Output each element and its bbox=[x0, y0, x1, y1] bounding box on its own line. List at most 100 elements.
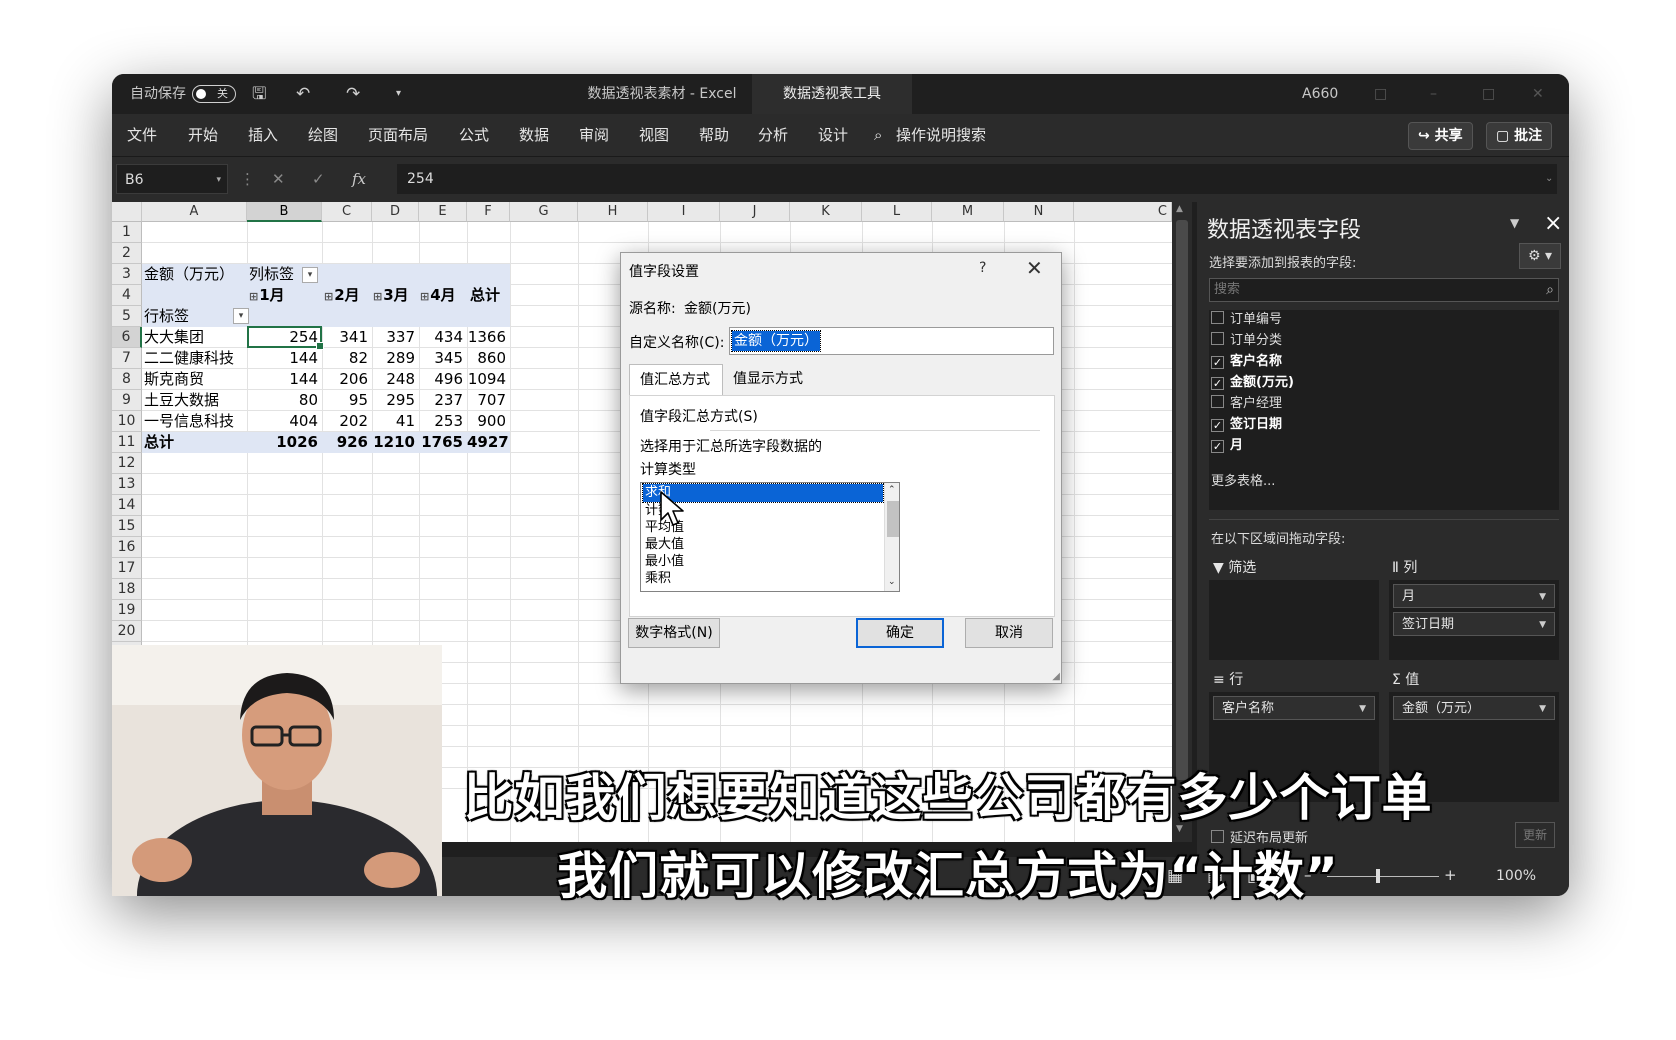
pivot-total-cell[interactable]: 1026 bbox=[247, 432, 322, 453]
enter-icon[interactable]: ✓ bbox=[312, 163, 325, 195]
checkbox[interactable] bbox=[1211, 311, 1224, 324]
ok-button[interactable]: 确定 bbox=[856, 618, 944, 648]
more-options-icon[interactable]: ⋮ bbox=[240, 163, 255, 195]
column-header[interactable]: F bbox=[467, 202, 510, 222]
more-tables-link[interactable]: 更多表格... bbox=[1211, 470, 1275, 489]
filters-area[interactable] bbox=[1209, 580, 1379, 660]
pivot-cell[interactable]: 289 bbox=[372, 348, 419, 369]
ribbon-display-icon[interactable]: □ bbox=[1374, 74, 1387, 114]
row-header[interactable]: 19 bbox=[112, 600, 142, 621]
pivot-cell[interactable]: 237 bbox=[419, 390, 467, 411]
pivot-value-title[interactable]: 金额（万元） bbox=[144, 264, 234, 285]
redo-icon[interactable]: ↷ bbox=[346, 74, 360, 114]
column-header[interactable]: B bbox=[247, 202, 322, 222]
maximize-icon[interactable]: □ bbox=[1482, 74, 1495, 114]
row-header[interactable]: 10 bbox=[112, 411, 142, 432]
checkbox[interactable] bbox=[1211, 332, 1224, 345]
field-search-input[interactable]: 搜索 ⌕ bbox=[1209, 278, 1559, 302]
row-header[interactable]: 8 bbox=[112, 369, 142, 390]
gear-icon[interactable]: ⚙ ▾ bbox=[1519, 243, 1561, 269]
column-header[interactable]: C bbox=[322, 202, 372, 222]
undo-icon[interactable]: ↶ bbox=[296, 74, 310, 114]
close-icon[interactable]: ✕ bbox=[1026, 256, 1043, 280]
tab-formulas[interactable]: 公式 bbox=[459, 114, 489, 156]
tab-insert[interactable]: 插入 bbox=[248, 114, 278, 156]
field-item[interactable]: 订单编号 bbox=[1211, 310, 1282, 330]
tab-data[interactable]: 数据 bbox=[519, 114, 549, 156]
row-header[interactable]: 4 bbox=[112, 285, 142, 306]
tab-summarize-by[interactable]: 值汇总方式 bbox=[629, 364, 723, 396]
pivot-total-cell[interactable]: 1765 bbox=[419, 432, 467, 453]
pivot-cell[interactable]: 900 bbox=[467, 411, 510, 432]
checkbox-checked[interactable]: ✓ bbox=[1211, 377, 1224, 390]
column-header[interactable]: H bbox=[578, 202, 648, 222]
checkbox[interactable] bbox=[1211, 395, 1224, 408]
pivot-cell[interactable]: 337 bbox=[372, 327, 419, 348]
pivot-total-cell[interactable]: 926 bbox=[322, 432, 372, 453]
chevron-down-icon[interactable]: ▾ bbox=[216, 165, 221, 195]
vertical-scrollbar[interactable]: ▲ ▼ bbox=[1172, 202, 1192, 842]
field-item[interactable]: ✓ 金额(万元) bbox=[1211, 373, 1294, 393]
pivot-cell[interactable]: 434 bbox=[419, 327, 467, 348]
tab-analyze[interactable]: 分析 bbox=[758, 114, 788, 156]
pivot-cell[interactable]: 707 bbox=[467, 390, 510, 411]
pivot-cell[interactable]: 496 bbox=[419, 369, 467, 390]
row-header[interactable]: 7 bbox=[112, 348, 142, 369]
tab-home[interactable]: 开始 bbox=[188, 114, 218, 156]
pivot-row-name[interactable]: 土豆大数据 bbox=[144, 390, 219, 411]
checkbox-checked[interactable]: ✓ bbox=[1211, 419, 1224, 432]
expand-formula-icon[interactable]: ⌄ bbox=[1545, 163, 1553, 195]
tab-review[interactable]: 审阅 bbox=[579, 114, 609, 156]
close-window-icon[interactable]: ✕ bbox=[1532, 74, 1544, 114]
pivot-total-cell[interactable]: 4927 bbox=[467, 432, 510, 453]
filter-dropdown-icon[interactable]: ▾ bbox=[233, 308, 249, 324]
pivot-row-name[interactable]: 二二健康科技 bbox=[144, 348, 234, 369]
filter-dropdown-icon[interactable]: ▾ bbox=[302, 266, 319, 283]
pivot-total-cell[interactable]: 1210 bbox=[372, 432, 419, 453]
pivot-cell[interactable]: 144 bbox=[247, 369, 322, 390]
autosave-toggle[interactable]: 关 bbox=[192, 85, 236, 103]
pivot-row-name[interactable]: 斯克商贸 bbox=[144, 369, 204, 390]
row-header[interactable]: 14 bbox=[112, 495, 142, 516]
pivot-cell[interactable]: 404 bbox=[247, 411, 322, 432]
user-name[interactable]: A660 bbox=[1302, 74, 1338, 114]
tell-me-search[interactable]: 操作说明搜索 bbox=[896, 114, 986, 156]
tab-page-layout[interactable]: 页面布局 bbox=[368, 114, 428, 156]
row-header[interactable]: 9 bbox=[112, 390, 142, 411]
pivot-cell[interactable]: 80 bbox=[247, 390, 322, 411]
pivot-row-labels[interactable]: 行标签 ▾ bbox=[144, 306, 249, 327]
value-field-chip[interactable]: 金额（万元） ▼ bbox=[1393, 696, 1555, 720]
column-header[interactable]: K bbox=[790, 202, 862, 222]
column-header[interactable]: N bbox=[1004, 202, 1074, 222]
row-header[interactable]: 6 bbox=[112, 327, 142, 348]
column-header[interactable]: G bbox=[510, 202, 578, 222]
field-item[interactable]: 订单分类 bbox=[1211, 331, 1282, 351]
row-field-chip[interactable]: 客户名称 ▼ bbox=[1213, 696, 1375, 720]
list-scrollbar[interactable]: ⌃ ⌄ bbox=[884, 483, 899, 591]
field-item[interactable]: 客户经理 bbox=[1211, 394, 1282, 414]
column-field-chip[interactable]: 月 ▼ bbox=[1393, 584, 1555, 608]
tab-draw[interactable]: 绘图 bbox=[308, 114, 338, 156]
field-item[interactable]: ✓ 客户名称 bbox=[1211, 352, 1282, 372]
save-icon[interactable]: 🖫 bbox=[252, 74, 266, 114]
tab-file[interactable]: 文件 bbox=[127, 114, 157, 156]
formula-input[interactable]: 254 bbox=[397, 164, 1557, 194]
column-header[interactable]: E bbox=[419, 202, 467, 222]
tab-show-values-as[interactable]: 值显示方式 bbox=[723, 364, 815, 396]
pivot-cell[interactable]: 41 bbox=[372, 411, 419, 432]
column-header[interactable]: J bbox=[720, 202, 790, 222]
row-header[interactable]: 18 bbox=[112, 579, 142, 600]
column-header[interactable]: A bbox=[142, 202, 247, 222]
pivot-cell[interactable]: 206 bbox=[322, 369, 372, 390]
pivot-grand-total-label[interactable]: 总计 bbox=[144, 432, 174, 453]
pivot-cell[interactable]: 295 bbox=[372, 390, 419, 411]
share-button[interactable]: ↪ 共享 bbox=[1408, 122, 1473, 150]
row-header[interactable]: 12 bbox=[112, 453, 142, 474]
list-item-max[interactable]: 最大值 bbox=[643, 536, 883, 554]
number-format-button[interactable]: 数字格式(N) bbox=[628, 618, 720, 648]
row-header[interactable]: 11 bbox=[112, 432, 142, 453]
column-header[interactable]: M bbox=[932, 202, 1004, 222]
custom-name-input[interactable]: 金额（万元） bbox=[729, 327, 1054, 355]
row-header[interactable]: 2 bbox=[112, 243, 142, 264]
tab-help[interactable]: 帮助 bbox=[699, 114, 729, 156]
